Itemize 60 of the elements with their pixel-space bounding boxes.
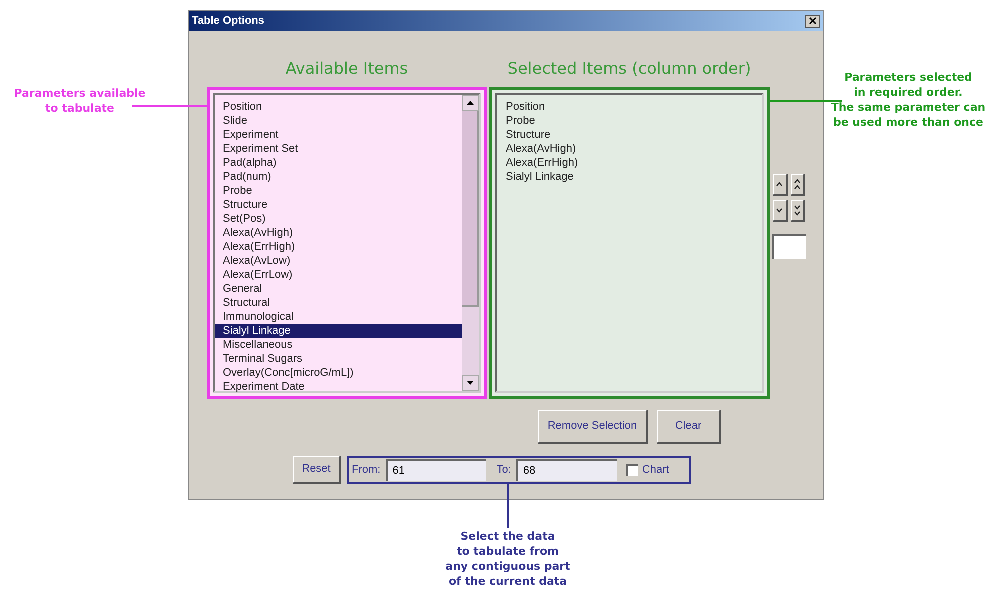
down-arrow-icon — [467, 381, 474, 385]
list-item[interactable]: Alexa(ErrLow) — [215, 268, 462, 282]
list-item[interactable]: Miscellaneous — [215, 338, 462, 352]
double-chevron-down-icon — [792, 204, 802, 216]
callout-text: Select the data to tabulate from any contiguous part of the current data — [444, 529, 572, 589]
list-item[interactable]: Immunological — [215, 310, 462, 324]
chevron-down-icon — [775, 208, 784, 214]
up-arrow-icon — [467, 101, 474, 105]
double-chevron-up-icon — [792, 178, 802, 190]
move-up-button[interactable] — [773, 174, 788, 196]
chart-label: Chart — [642, 462, 670, 478]
scroll-up-button[interactable] — [462, 95, 479, 111]
list-item[interactable]: Sialyl Linkage — [497, 170, 762, 184]
list-item[interactable]: Alexa(AvHigh) — [497, 142, 762, 156]
move-top-button[interactable] — [790, 174, 805, 196]
chevron-up-icon — [775, 182, 784, 188]
list-item[interactable]: Probe — [215, 184, 462, 198]
callout-text: Parameters available to tabulate — [13, 86, 147, 116]
list-item[interactable]: Pad(num) — [215, 170, 462, 184]
move-bottom-button[interactable] — [790, 200, 805, 222]
leader-line — [770, 100, 842, 102]
list-item[interactable]: Overlay(Conc[microG/mL]) — [215, 366, 462, 380]
to-field[interactable]: 68 — [516, 459, 618, 481]
scroll-down-button[interactable] — [462, 375, 479, 391]
callout-text: Parameters selected in required order. The same parameter can be used more than once — [830, 70, 987, 130]
list-item[interactable]: Terminal Sugars — [215, 352, 462, 366]
to-label: To: — [496, 462, 512, 478]
list-item[interactable]: Alexa(AvLow) — [215, 254, 462, 268]
reset-button[interactable]: Reset — [293, 456, 341, 484]
list-item[interactable]: Experiment Set — [215, 142, 462, 156]
chart-checkbox[interactable] — [626, 464, 638, 476]
list-heading: Available Items — [284, 58, 410, 80]
list-item[interactable]: Set(Pos) — [215, 212, 462, 226]
list-item[interactable]: Experiment — [215, 128, 462, 142]
remove-selection-button[interactable]: Remove Selection — [538, 410, 648, 444]
clear-button[interactable]: Clear — [657, 410, 721, 444]
from-label: From: — [352, 462, 381, 478]
from-field[interactable]: 61 — [386, 459, 486, 481]
list-item[interactable]: Structure — [497, 128, 762, 142]
list-item[interactable]: Structural — [215, 296, 462, 310]
list-item[interactable]: Probe — [497, 114, 762, 128]
list-item[interactable]: Slide — [215, 114, 462, 128]
move-down-button[interactable] — [773, 200, 788, 222]
list-item[interactable]: Position — [215, 100, 462, 114]
position-field[interactable] — [772, 234, 806, 259]
list-item[interactable]: Pad(alpha) — [215, 156, 462, 170]
list-item[interactable]: Experiment Date — [215, 380, 462, 394]
list-item[interactable]: Alexa(ErrHigh) — [215, 240, 462, 254]
close-button[interactable] — [805, 14, 820, 28]
list-item[interactable]: Sialyl Linkage — [215, 324, 462, 338]
close-icon — [808, 17, 816, 25]
list-item[interactable]: General — [215, 282, 462, 296]
list-heading: Selected Items (column order) — [506, 58, 752, 80]
list-item[interactable]: Position — [497, 100, 762, 114]
scroll-thumb[interactable] — [462, 111, 479, 307]
window-title: Table Options — [192, 14, 265, 29]
list-item[interactable]: Structure — [215, 198, 462, 212]
list-item[interactable]: Alexa(AvHigh) — [215, 226, 462, 240]
scrollbar[interactable] — [462, 95, 479, 391]
list-item[interactable]: Alexa(ErrHigh) — [497, 156, 762, 170]
